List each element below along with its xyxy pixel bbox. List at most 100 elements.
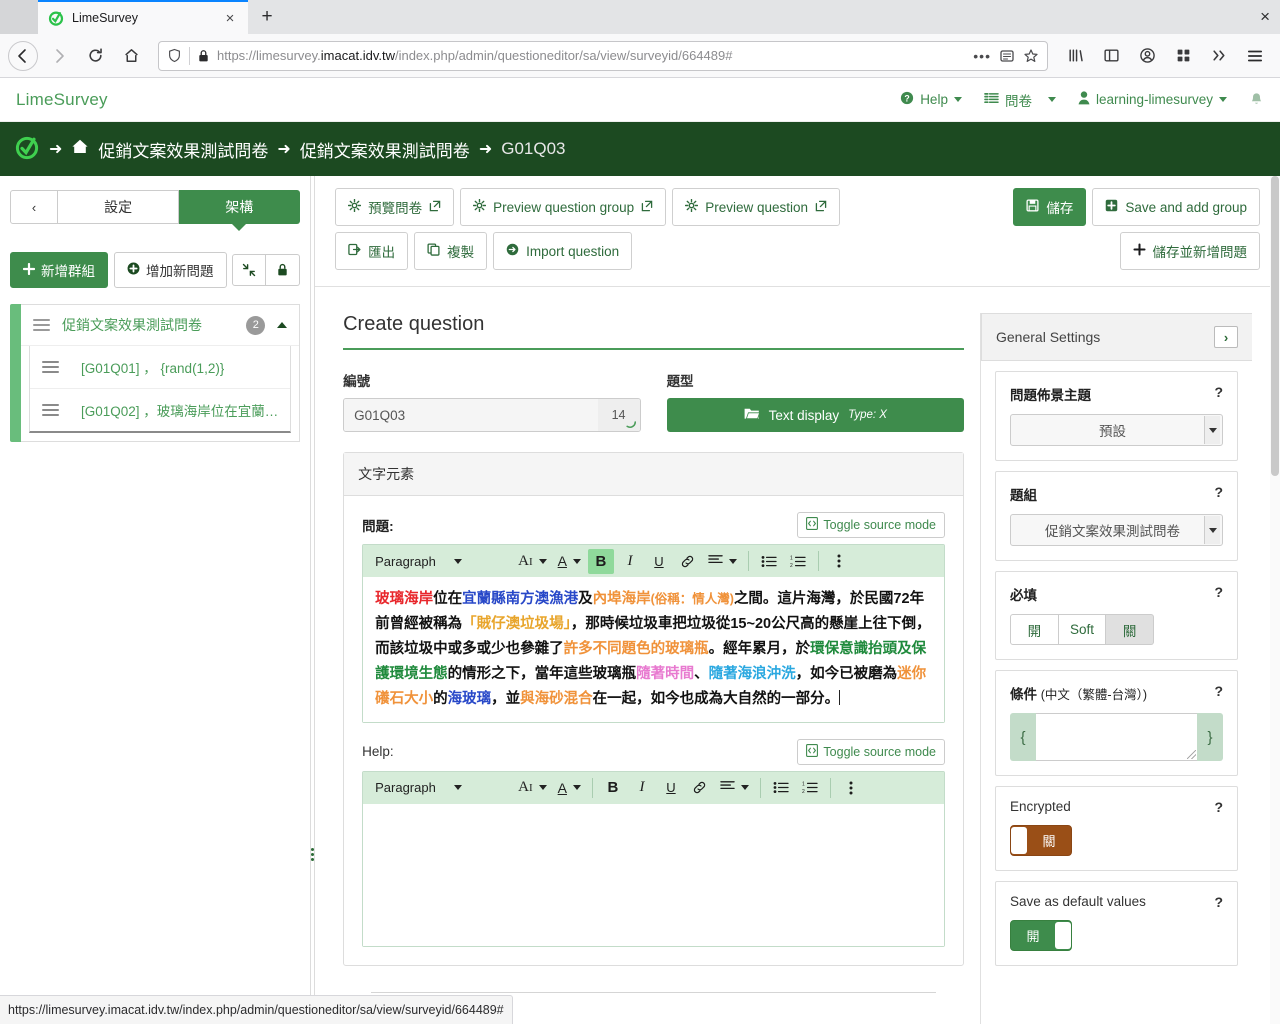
font-size-dropdown[interactable]: AI bbox=[514, 777, 551, 798]
surveys-menu[interactable]: 問卷 bbox=[984, 90, 1056, 110]
question-editor-content[interactable]: 玻璃海岸位在宜蘭縣南方澳漁港及內埠海岸(俗稱：情人灣)之間。這片海灣，於民國72… bbox=[363, 577, 944, 722]
back-button[interactable] bbox=[8, 40, 38, 71]
url-bar[interactable]: https://limesurvey.imacat.idv.tw/index.p… bbox=[158, 40, 1048, 71]
expand-settings-button[interactable]: › bbox=[1214, 326, 1238, 348]
extensions-icon[interactable] bbox=[1166, 39, 1200, 73]
font-color-dropdown[interactable]: A bbox=[554, 551, 585, 571]
drag-handle-icon[interactable] bbox=[42, 360, 59, 374]
home-button[interactable] bbox=[114, 39, 148, 73]
help-question-mark-icon[interactable]: ? bbox=[1214, 799, 1223, 815]
link-icon[interactable] bbox=[675, 549, 701, 574]
help-menu[interactable]: ? Help bbox=[900, 91, 962, 108]
tab-structure[interactable]: 架構 bbox=[179, 190, 301, 231]
limesurvey-mark-icon[interactable] bbox=[14, 134, 40, 165]
alignment-dropdown[interactable] bbox=[716, 778, 753, 797]
alignment-dropdown[interactable] bbox=[704, 552, 741, 571]
breadcrumb-home-icon[interactable] bbox=[71, 138, 89, 160]
list-item[interactable]: [G01Q02] ，玻璃海岸位在宜蘭… bbox=[30, 389, 290, 431]
help-editor-content[interactable] bbox=[363, 803, 944, 946]
resize-grip-icon[interactable] bbox=[1187, 750, 1196, 759]
encrypted-toggle[interactable]: 關 bbox=[1010, 825, 1072, 856]
reload-button[interactable] bbox=[78, 39, 112, 73]
chevron-up-icon[interactable] bbox=[277, 322, 288, 328]
question-code-input[interactable] bbox=[344, 399, 598, 431]
question-type-button[interactable]: Text display Type: X bbox=[666, 398, 965, 432]
help-question-mark-icon[interactable]: ? bbox=[1214, 384, 1223, 400]
import-question-button[interactable]: Import question bbox=[493, 232, 633, 270]
preview-question-button[interactable]: Preview question bbox=[672, 188, 841, 226]
numbered-list-button[interactable]: 12 bbox=[785, 549, 811, 574]
group-header[interactable]: 促銷文案效果測試問卷 2 bbox=[21, 305, 300, 346]
more-options-kebab-icon[interactable] bbox=[838, 775, 864, 800]
drag-handle-icon[interactable] bbox=[33, 318, 50, 332]
mandatory-option-off[interactable]: 關 bbox=[1106, 614, 1155, 645]
sidebar-toggle-icon[interactable] bbox=[1094, 39, 1128, 73]
breadcrumb-group[interactable]: 促銷文案效果測試問卷 bbox=[300, 137, 470, 162]
font-size-dropdown[interactable]: AI bbox=[514, 551, 551, 572]
tab-settings[interactable]: 設定 bbox=[58, 190, 180, 224]
list-item[interactable]: [G01Q01] ， {rand(1,2)} bbox=[30, 346, 291, 389]
save-and-add-question-button[interactable]: 儲存並新增問題 bbox=[1119, 232, 1260, 270]
forward-button[interactable] bbox=[42, 39, 76, 73]
more-options-kebab-icon[interactable] bbox=[826, 549, 852, 574]
underline-button[interactable]: U bbox=[658, 775, 684, 800]
drag-handle-icon[interactable] bbox=[42, 403, 59, 417]
lock-button[interactable] bbox=[266, 254, 301, 286]
sidebar-collapse-button[interactable]: ‹ bbox=[10, 190, 58, 224]
app-logo[interactable]: LimeSurvey bbox=[16, 90, 108, 110]
scrollbar-thumb[interactable] bbox=[1271, 176, 1279, 476]
hamburger-menu-icon[interactable] bbox=[1238, 39, 1272, 73]
add-question-button[interactable]: 增加新問題 bbox=[114, 252, 227, 288]
paragraph-style-dropdown[interactable]: Paragraph bbox=[371, 778, 511, 797]
save-and-add-group-button[interactable]: Save and add group bbox=[1092, 188, 1260, 226]
main-scrollbar[interactable] bbox=[1270, 176, 1280, 1024]
library-icon[interactable] bbox=[1058, 39, 1092, 73]
save-as-default-values-toggle[interactable]: 開 bbox=[1010, 920, 1072, 951]
padlock-icon[interactable] bbox=[197, 49, 210, 63]
help-question-mark-icon[interactable]: ? bbox=[1214, 584, 1223, 600]
bulleted-list-button[interactable] bbox=[768, 775, 794, 800]
bookmark-star-icon[interactable] bbox=[1023, 48, 1039, 64]
tab-close-icon[interactable]: × bbox=[222, 11, 238, 26]
underline-button[interactable]: U bbox=[646, 549, 672, 574]
add-group-button[interactable]: 新增群組 bbox=[10, 252, 108, 288]
help-question-mark-icon[interactable]: ? bbox=[1214, 894, 1223, 910]
window-close-icon[interactable]: × bbox=[1260, 8, 1270, 25]
page-actions-icon[interactable]: ••• bbox=[973, 48, 991, 64]
toggle-source-mode-help-button[interactable]: Toggle source mode bbox=[797, 738, 945, 765]
link-icon[interactable] bbox=[687, 775, 713, 800]
bulleted-list-button[interactable] bbox=[756, 549, 782, 574]
question-group-select[interactable]: 促銷文案效果測試問卷 bbox=[1010, 514, 1223, 546]
italic-button[interactable]: I bbox=[617, 549, 643, 574]
overflow-chevrons-icon[interactable] bbox=[1202, 39, 1236, 73]
preview-survey-button[interactable]: 預覽問卷 bbox=[335, 188, 455, 226]
breadcrumb-survey[interactable]: 促銷文案效果測試問卷 bbox=[98, 137, 268, 162]
help-rich-text-editor[interactable]: Paragraph AI A B I U 1 2 bbox=[362, 770, 945, 947]
help-question-mark-icon[interactable]: ? bbox=[1214, 484, 1223, 500]
mandatory-option-soft[interactable]: Soft bbox=[1058, 614, 1107, 645]
new-tab-button[interactable]: + bbox=[248, 0, 286, 34]
help-question-mark-icon[interactable]: ? bbox=[1214, 683, 1223, 699]
account-icon[interactable] bbox=[1130, 39, 1164, 73]
tracking-shield-icon[interactable] bbox=[167, 48, 182, 63]
paragraph-style-dropdown[interactable]: Paragraph bbox=[371, 552, 511, 571]
toggle-source-mode-question-button[interactable]: Toggle source mode bbox=[797, 512, 945, 538]
numbered-list-button[interactable]: 12 bbox=[797, 775, 823, 800]
font-color-dropdown[interactable]: A bbox=[554, 778, 585, 798]
preview-question-group-button[interactable]: Preview question group bbox=[460, 188, 667, 226]
bold-button[interactable]: B bbox=[600, 775, 626, 800]
user-menu[interactable]: learning-limesurvey bbox=[1078, 91, 1227, 108]
save-button[interactable]: 儲存 bbox=[1013, 188, 1087, 226]
bold-button[interactable]: B bbox=[587, 548, 614, 574]
reader-mode-icon[interactable] bbox=[999, 48, 1015, 64]
browser-tab-limesurvey[interactable]: LimeSurvey × bbox=[38, 0, 248, 34]
notifications-bell[interactable] bbox=[1249, 92, 1264, 108]
copy-button[interactable]: 複製 bbox=[414, 232, 488, 270]
condition-expression-input[interactable] bbox=[1036, 713, 1197, 761]
code-input-wrapper[interactable]: 14 bbox=[343, 398, 641, 432]
export-button[interactable]: 匯出 bbox=[335, 232, 409, 270]
collapse-all-button[interactable] bbox=[232, 254, 267, 286]
mandatory-option-on[interactable]: 開 bbox=[1010, 614, 1059, 645]
italic-button[interactable]: I bbox=[629, 775, 655, 800]
question-rich-text-editor[interactable]: Paragraph AI A B I U 1 2 玻璃海岸位在宜蘭縣南方澳漁港及… bbox=[362, 544, 945, 723]
